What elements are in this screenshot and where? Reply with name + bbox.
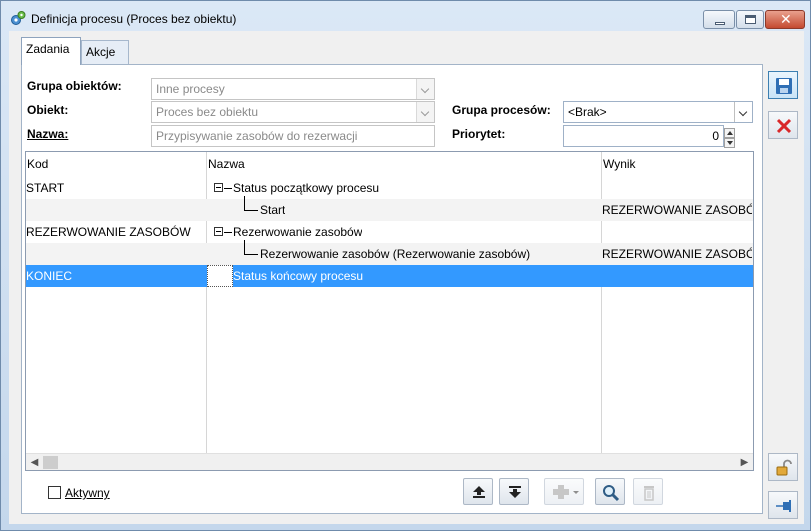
close-icon: ✕ (780, 12, 792, 28)
tree-connector (244, 240, 245, 254)
add-icon (553, 485, 569, 499)
grupa-obiektow-label: Grupa obiektów: (27, 79, 122, 93)
delete-button[interactable] (633, 478, 663, 505)
pin-icon (776, 500, 791, 512)
cell-kod: START (26, 181, 65, 195)
save-button[interactable] (768, 71, 798, 99)
table-row[interactable]: Rezerwowanie zasobów (Rezerwowanie zasob… (26, 240, 753, 265)
move-down-icon (509, 486, 521, 498)
window-title: Definicja procesu (Proces bez obiektu) (31, 12, 237, 26)
tree-indent-cell (207, 265, 233, 287)
nazwa-label: Nazwa: (27, 127, 69, 141)
search-button[interactable] (595, 478, 625, 505)
aktywny-label[interactable]: Aktywny (65, 486, 110, 500)
tree-connector (244, 254, 258, 255)
obiekt-select[interactable]: Proces bez obiektu (151, 101, 435, 123)
cancel-icon (776, 118, 792, 134)
chevron-down-icon[interactable] (416, 79, 434, 99)
collapse-icon[interactable] (214, 183, 223, 192)
cell-nazwa: Status początkowy procesu (233, 181, 380, 195)
gears-app-icon (11, 11, 26, 25)
scroll-left-icon[interactable]: ◀ (26, 454, 43, 470)
maximize-icon (745, 15, 756, 24)
cell-nazwa: Rezerwowanie zasobów (233, 225, 363, 239)
priorytet-spinner[interactable] (724, 128, 735, 148)
column-header-kod[interactable]: Kod (26, 152, 48, 174)
dropdown-arrow-icon[interactable] (573, 491, 579, 494)
table-row[interactable]: REZERWOWANIE ZASOBÓW Rezerwowanie zasobó… (26, 221, 753, 243)
table-row[interactable]: Start REZERWOWANIE ZASOBÓW (26, 196, 753, 221)
cell-wynik: REZERWOWANIE ZASOBÓW (602, 203, 752, 217)
tree-connector (244, 210, 258, 211)
maximize-button[interactable] (736, 10, 764, 29)
collapse-icon[interactable] (214, 227, 223, 236)
spin-down-icon[interactable] (724, 138, 735, 148)
tree-connector (224, 232, 232, 233)
obiekt-value: Proces bez obiektu (156, 105, 259, 119)
move-up-icon (473, 486, 485, 498)
tree-connector (244, 196, 245, 210)
chevron-down-icon[interactable] (416, 102, 434, 122)
tab-akcje[interactable]: Akcje (81, 40, 129, 66)
cell-nazwa: Rezerwowanie zasobów (Rezerwowanie zasob… (260, 247, 531, 261)
table-row[interactable]: START Status początkowy procesu (26, 177, 753, 199)
grupa-obiektow-select[interactable]: Inne procesy (151, 78, 435, 100)
move-down-button[interactable] (499, 478, 529, 505)
column-header-wynik[interactable]: Wynik (602, 152, 636, 174)
close-button[interactable]: ✕ (765, 10, 805, 29)
cell-nazwa: Status końcowy procesu (233, 269, 364, 283)
column-header-nazwa[interactable]: Nazwa (207, 152, 245, 174)
cell-nazwa: Start (260, 203, 286, 217)
minimize-icon (715, 22, 725, 25)
aktywny-label-text: Aktywny (65, 486, 110, 500)
unlock-button[interactable] (768, 453, 798, 481)
cell-kod: KONIEC (26, 269, 73, 283)
scroll-thumb[interactable] (43, 456, 58, 469)
spin-up-icon[interactable] (724, 128, 735, 138)
cell-wynik: REZERWOWANIE ZASOBÓW (602, 247, 752, 261)
process-definition-window: Definicja procesu (Proces bez obiektu) ✕… (0, 0, 811, 531)
pin-button[interactable] (768, 491, 798, 519)
title-bar[interactable]: Definicja procesu (Proces bez obiektu) ✕ (1, 1, 810, 31)
table-row-selected[interactable]: KONIEC Status końcowy procesu (26, 265, 753, 287)
tab-zadania[interactable]: Zadania (21, 37, 81, 65)
chevron-down-icon[interactable] (734, 102, 752, 122)
unlock-icon (776, 459, 792, 476)
horizontal-scrollbar[interactable]: ◀ ▶ (26, 453, 753, 470)
aktywny-checkbox[interactable] (48, 486, 61, 499)
minimize-button[interactable] (703, 10, 735, 29)
grupa-procesow-label: Grupa procesów: (452, 103, 551, 117)
tasks-grid[interactable]: Kod Nazwa Wynik START Status początkowy … (25, 151, 754, 471)
cancel-button[interactable] (768, 111, 798, 139)
grupa-procesow-select[interactable]: <Brak> (563, 101, 753, 123)
search-icon (603, 485, 620, 502)
save-icon (776, 78, 792, 94)
move-up-button[interactable] (463, 478, 493, 505)
scroll-right-icon[interactable]: ▶ (736, 454, 753, 470)
obiekt-label: Obiekt: (27, 103, 69, 117)
grupa-obiektow-value: Inne procesy (156, 82, 225, 96)
tree-connector (224, 188, 232, 189)
grupa-procesow-value: <Brak> (568, 105, 607, 119)
delete-icon (644, 486, 654, 501)
nazwa-input[interactable]: Przypisywanie zasobów do rezerwacji (151, 125, 435, 147)
priorytet-label: Priorytet: (452, 127, 506, 141)
add-button[interactable] (544, 478, 584, 505)
priorytet-input[interactable]: 0 (563, 125, 724, 147)
cell-kod: REZERWOWANIE ZASOBÓW (26, 225, 191, 239)
